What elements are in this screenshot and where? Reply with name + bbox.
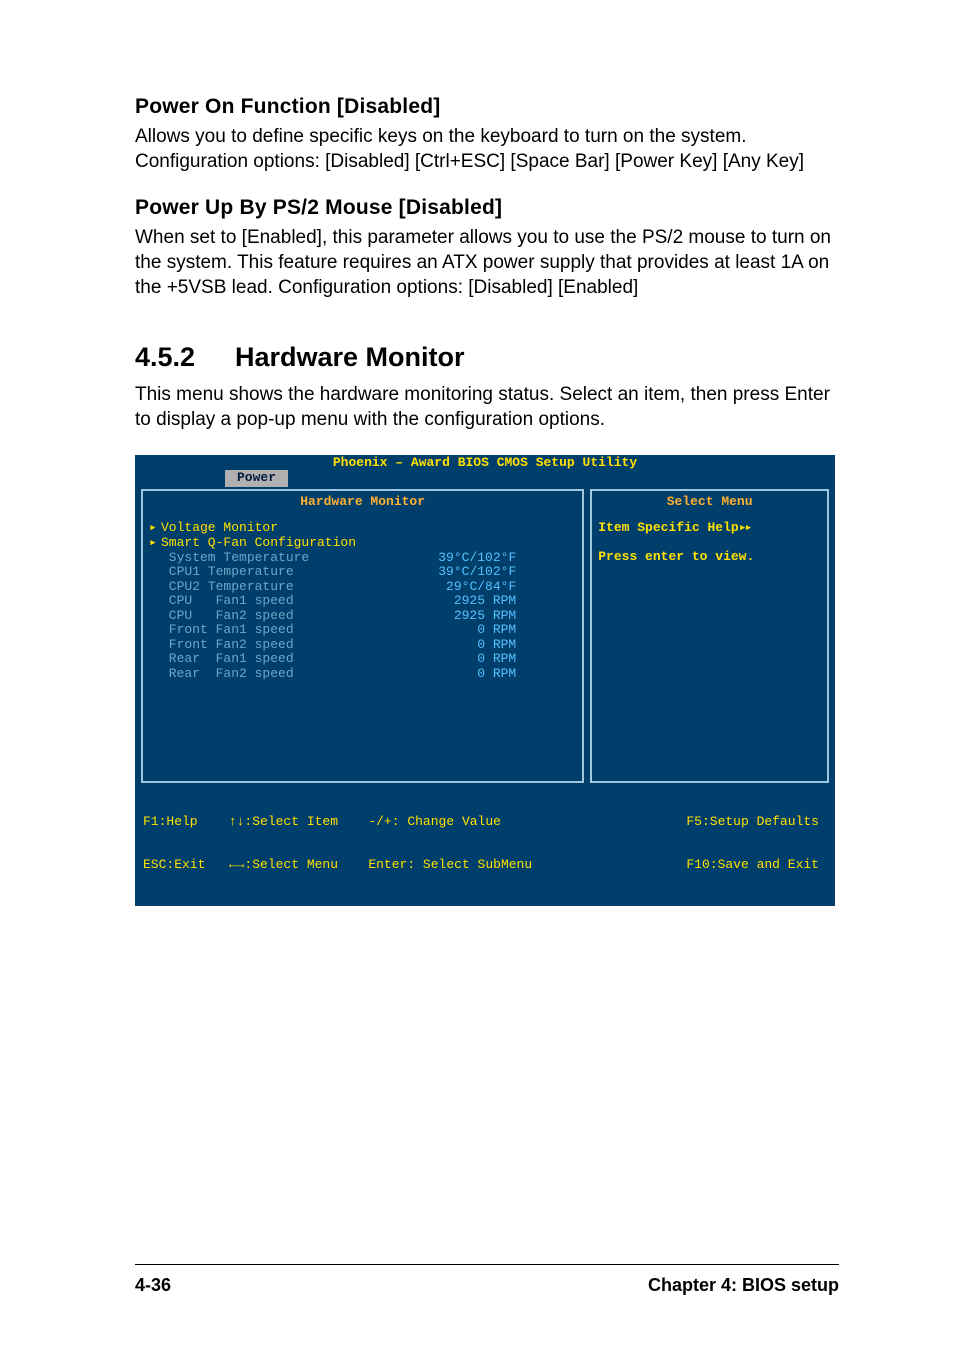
- bios-info-item: System Temperature 39°C/102°F: [149, 551, 576, 566]
- section-title: Hardware Monitor: [235, 342, 465, 372]
- bios-item-label: Smart Q-Fan Configuration: [161, 536, 356, 551]
- bios-item-value: 29°C/84°F: [438, 580, 576, 595]
- bios-screenshot: Phoenix – Award BIOS CMOS Setup Utility …: [135, 455, 835, 906]
- caret-right-icon: [149, 667, 161, 682]
- bios-info-item: Rear Fan2 speed 0 RPM: [149, 667, 576, 682]
- bios-item-value: 39°C/102°F: [438, 551, 576, 566]
- help-body: Press enter to view.: [598, 550, 821, 565]
- panel-body-left: ▸Voltage Monitor▸Smart Q-Fan Configurati…: [141, 513, 584, 783]
- bios-item-value: 0 RPM: [454, 623, 576, 638]
- bios-item-value: 0 RPM: [454, 652, 576, 667]
- bios-item-label: CPU Fan2 speed: [161, 609, 294, 624]
- bios-item-label: Rear Fan2 speed: [161, 667, 294, 682]
- bios-info-item: Front Fan2 speed 0 RPM: [149, 638, 576, 653]
- caret-right-icon: [149, 609, 161, 624]
- bios-item-label: CPU2 Temperature: [161, 580, 294, 595]
- footer-change-value: -/+: Change Value: [368, 815, 593, 830]
- footer-select-submenu: Enter: Select SubMenu: [368, 858, 593, 873]
- bios-info-item: Front Fan1 speed 0 RPM: [149, 623, 576, 638]
- section-body-hwmon: This menu shows the hardware monitoring …: [135, 383, 839, 432]
- bios-item-label: Front Fan1 speed: [161, 623, 294, 638]
- bios-info-item: Rear Fan1 speed 0 RPM: [149, 652, 576, 667]
- panel-header-left: Hardware Monitor: [141, 489, 584, 514]
- caret-right-icon: [149, 551, 161, 566]
- caret-right-icon: [149, 565, 161, 580]
- panel-header-right: Select Menu: [590, 489, 829, 514]
- help-title: Item Specific Help▸▸: [598, 521, 821, 536]
- caret-right-icon: ▸: [149, 536, 161, 551]
- caret-right-icon: [149, 580, 161, 595]
- bios-info-item: CPU2 Temperature 29°C/84°F: [149, 580, 576, 595]
- bios-item-label: Rear Fan1 speed: [161, 652, 294, 667]
- caret-right-icon: [149, 652, 161, 667]
- bios-submenu-item[interactable]: ▸Smart Q-Fan Configuration: [149, 536, 576, 551]
- bios-info-item: CPU Fan1 speed 2925 RPM: [149, 594, 576, 609]
- section-heading-hwmon: 4.5.2Hardware Monitor: [135, 342, 839, 373]
- bios-item-label: Front Fan2 speed: [161, 638, 294, 653]
- section-heading-power-ps2: Power Up By PS/2 Mouse [Disabled]: [135, 196, 839, 220]
- bios-item-label: Voltage Monitor: [161, 521, 278, 536]
- footer-help-select-item: F1:Help ↑↓:Select Item: [143, 815, 368, 830]
- bios-submenu-item[interactable]: ▸Voltage Monitor: [149, 521, 576, 536]
- chapter-title: Chapter 4: BIOS setup: [648, 1275, 839, 1296]
- bios-tab-bar: Power: [135, 470, 835, 489]
- bios-item-value: 39°C/102°F: [438, 565, 576, 580]
- caret-right-icon: [149, 594, 161, 609]
- footer-save-exit: F10:Save and Exit: [594, 858, 819, 873]
- bios-active-tab[interactable]: Power: [225, 470, 288, 487]
- bios-title: Phoenix – Award BIOS CMOS Setup Utility: [135, 455, 835, 471]
- section-body-power-ps2: When set to [Enabled], this parameter al…: [135, 226, 839, 300]
- chevrons-right-icon: ▸▸: [739, 520, 751, 535]
- bios-item-label: CPU1 Temperature: [161, 565, 294, 580]
- page-number: 4-36: [135, 1275, 171, 1296]
- footer-exit-select-menu: ESC:Exit ←→:Select Menu: [143, 858, 368, 873]
- bios-item-label: CPU Fan1 speed: [161, 594, 294, 609]
- bios-item-label: System Temperature: [161, 551, 309, 566]
- bios-item-value: 0 RPM: [454, 638, 576, 653]
- bios-item-value: [516, 536, 576, 551]
- page-footer: 4-36 Chapter 4: BIOS setup: [135, 1264, 839, 1296]
- caret-right-icon: [149, 623, 161, 638]
- bios-item-value: 0 RPM: [454, 667, 576, 682]
- bios-item-value: 2925 RPM: [454, 609, 576, 624]
- bios-footer: F1:Help ↑↓:Select Item ESC:Exit ←→:Selec…: [135, 783, 835, 905]
- section-body-power-on: Allows you to define specific keys on th…: [135, 125, 839, 174]
- footer-setup-defaults: F5:Setup Defaults: [594, 815, 819, 830]
- caret-right-icon: [149, 638, 161, 653]
- bios-item-value: 2925 RPM: [454, 594, 576, 609]
- section-number: 4.5.2: [135, 342, 235, 373]
- panel-body-right: Item Specific Help▸▸ Press enter to view…: [590, 513, 829, 783]
- bios-info-item: CPU1 Temperature 39°C/102°F: [149, 565, 576, 580]
- caret-right-icon: ▸: [149, 521, 161, 536]
- section-heading-power-on: Power On Function [Disabled]: [135, 95, 839, 119]
- bios-item-value: [516, 521, 576, 536]
- bios-info-item: CPU Fan2 speed 2925 RPM: [149, 609, 576, 624]
